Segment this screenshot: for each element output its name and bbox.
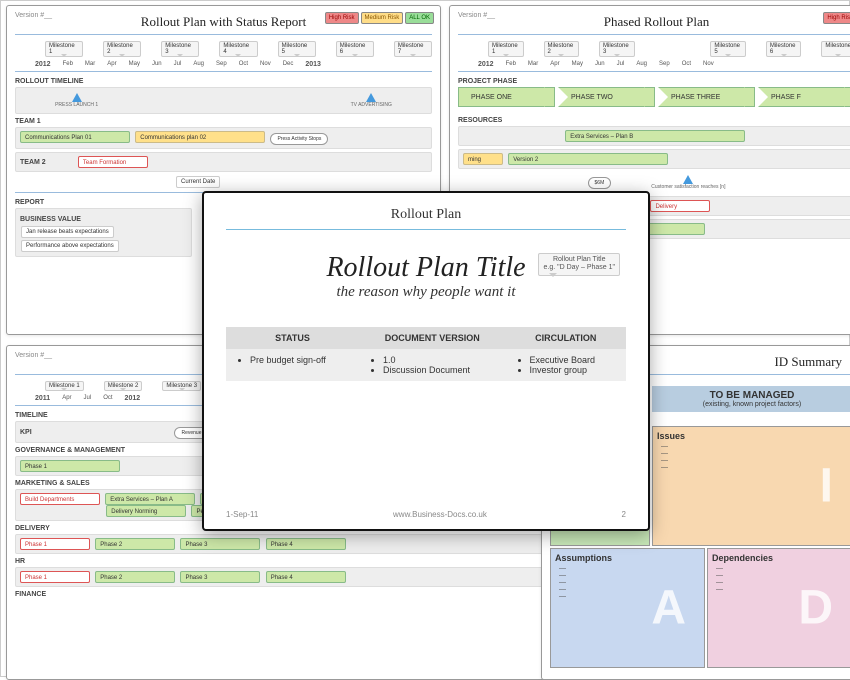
milestone: Milestone 2 bbox=[103, 41, 141, 57]
task-bar: Phase 4 bbox=[266, 571, 346, 583]
col-status: STATUS bbox=[226, 327, 359, 349]
cell-circulation: Executive BoardInvestor group bbox=[506, 349, 627, 381]
section-resources: RESOURCES bbox=[458, 117, 850, 124]
version-label: Version #__ bbox=[458, 12, 495, 19]
phase-chevrons: PHASE ONE PHASE TWO PHASE THREE PHASE F bbox=[458, 87, 850, 107]
milestone: Milestone 1 bbox=[45, 41, 83, 57]
letter-d: D bbox=[798, 581, 833, 636]
team1-label: TEAM 1 bbox=[15, 118, 432, 125]
quad-assumptions: Assumptions A bbox=[550, 548, 705, 668]
callout-oval: Press Activity Stops bbox=[270, 133, 328, 145]
badge-high-risk: High Risk bbox=[823, 12, 850, 24]
risk-badges: High Risk bbox=[823, 12, 850, 24]
quad-dependencies: Dependencies D bbox=[707, 548, 850, 668]
milestone-row: Milestone 1 Milestone 2 Milestone 3 Mile… bbox=[458, 41, 850, 57]
footer-site: www.Business-Docs.co.uk bbox=[393, 510, 487, 519]
swimlane: PRESS LAUNCH 1 TV ADVERTISING bbox=[15, 87, 432, 114]
version-label: Version #__ bbox=[15, 12, 52, 19]
risk-badges: High Risk Medium Risk ALL OK bbox=[325, 12, 434, 24]
task-bar: Phase 1 bbox=[20, 460, 120, 472]
swimlane: Communications Plan 01 Communications pl… bbox=[15, 127, 432, 148]
section-project-phase: PROJECT PHASE bbox=[458, 78, 850, 85]
task-bar: Extra Services – Plan A bbox=[105, 493, 195, 505]
milestone: Milestone 6 bbox=[766, 41, 802, 57]
swimlane: Extra Services – Plan B bbox=[458, 126, 850, 146]
triangle-icon bbox=[683, 175, 693, 184]
task-bar: Phase 1 bbox=[20, 538, 90, 550]
report-col: BUSINESS VALUE Jan release beats expecta… bbox=[15, 208, 192, 257]
task-bar: Build Departments bbox=[20, 493, 100, 505]
phase-chevron: PHASE THREE bbox=[658, 87, 755, 107]
task-bar: Version 2 bbox=[508, 153, 668, 165]
swimlane: ming Version 2 bbox=[458, 149, 850, 169]
triangle-icon bbox=[366, 93, 376, 102]
milestone-row: Milestone 1 Milestone 2 Milestone 3 Mile… bbox=[15, 41, 432, 57]
status-table: STATUS DOCUMENT VERSION CIRCULATION Pre … bbox=[226, 327, 626, 381]
task-bar: Phase 4 bbox=[266, 538, 346, 550]
callout-oval: $6M bbox=[588, 177, 612, 189]
swimlane: TEAM 2 Team Formation bbox=[15, 152, 432, 172]
task-bar: Phase 3 bbox=[180, 571, 260, 583]
current-date-box: Current Date bbox=[176, 176, 220, 188]
milestone: Milestone 2 bbox=[544, 41, 580, 57]
phase-chevron: PHASE TWO bbox=[558, 87, 655, 107]
title-callout: Rollout Plan Title e.g. "D Day – Phase 1… bbox=[538, 253, 620, 276]
task-bar: ming bbox=[463, 153, 503, 165]
milestone: Milestone bbox=[821, 41, 850, 57]
task-bar: Phase 3 bbox=[180, 538, 260, 550]
cell-docver: 1.0Discussion Document bbox=[359, 349, 506, 381]
task-bar: Delivery Norming bbox=[106, 505, 186, 517]
version-label: Version #__ bbox=[15, 352, 52, 359]
milestone: Milestone 4 bbox=[219, 41, 257, 57]
swimlane: Phase 1 Phase 2 Phase 3 Phase 4 bbox=[15, 567, 557, 587]
team2-label: TEAM 2 bbox=[20, 159, 46, 166]
task-bar: Team Formation bbox=[78, 156, 148, 168]
swimlane: Phase 1 Phase 2 Phase 3 Phase 4 bbox=[15, 534, 557, 554]
task-bar: Phase 1 bbox=[20, 571, 90, 583]
milestone: Milestone 1 bbox=[488, 41, 524, 57]
center-footer: 1-Sep-11 www.Business-Docs.co.uk 2 bbox=[226, 510, 626, 519]
report-item: Performance above expectations bbox=[21, 240, 119, 252]
milestone: Milestone 5 bbox=[278, 41, 316, 57]
footer-date: 1-Sep-11 bbox=[226, 510, 258, 519]
footer-page: 2 bbox=[622, 510, 626, 519]
quad-issues: Issues I bbox=[652, 426, 850, 546]
milestone: Milestone 3 bbox=[599, 41, 635, 57]
timeline-axis: 2012 Feb Mar Apr May Jun Jul Aug Sep Oct… bbox=[15, 61, 432, 68]
milestone: Milestone 5 bbox=[710, 41, 746, 57]
section-rollout-timeline: ROLLOUT TIMELINE bbox=[15, 78, 432, 85]
milestone: Milestone 2 bbox=[104, 381, 143, 391]
phase-chevron: PHASE ONE bbox=[458, 87, 555, 107]
task-bar: Phase 2 bbox=[95, 538, 175, 550]
milestone: Milestone 3 bbox=[162, 381, 201, 391]
badge-all-ok: ALL OK bbox=[405, 12, 434, 24]
col-circulation: CIRCULATION bbox=[506, 327, 627, 349]
cell-status: Pre budget sign-off bbox=[226, 349, 359, 381]
badge-med-risk: Medium Risk bbox=[361, 12, 404, 24]
milestone: Milestone 3 bbox=[161, 41, 199, 57]
center-heading: Rollout Plan bbox=[226, 207, 626, 223]
col-docver: DOCUMENT VERSION bbox=[359, 327, 506, 349]
task-bar: Communications plan 02 bbox=[135, 131, 265, 143]
badge-high-risk: High Risk bbox=[325, 12, 359, 24]
milestone: Milestone 6 bbox=[336, 41, 374, 57]
milestone: Milestone 1 bbox=[45, 381, 84, 391]
center-card-rollout-plan: Rollout Plan Rollout Plan Title e.g. "D … bbox=[202, 191, 650, 531]
task-bar: Phase 2 bbox=[95, 571, 175, 583]
thumb-title: Phased Rollout Plan bbox=[458, 14, 850, 30]
rollout-plan-subtitle: the reason why people want it bbox=[226, 284, 626, 301]
letter-a: A bbox=[651, 581, 686, 636]
task-bar: Extra Services – Plan B bbox=[565, 130, 745, 142]
triangle-icon bbox=[72, 93, 82, 102]
task-bar: Communications Plan 01 bbox=[20, 131, 130, 143]
phase-chevron: PHASE F bbox=[758, 87, 850, 107]
report-item: Jan release beats expectations bbox=[21, 226, 114, 238]
to-be-managed-header: TO BE MANAGED (existing, known project f… bbox=[652, 386, 850, 412]
milestone: Milestone 7 bbox=[394, 41, 432, 57]
letter-i: I bbox=[820, 459, 833, 514]
task-bar: Delivery bbox=[650, 200, 710, 212]
timeline-axis: 2012 Feb Mar Apr May Jun Jul Aug Sep Oct… bbox=[458, 61, 850, 68]
